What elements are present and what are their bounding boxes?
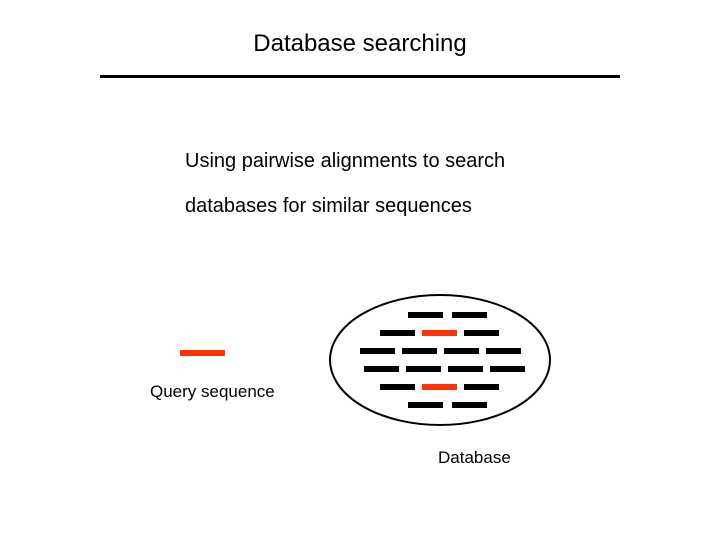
database-label: Database <box>438 448 511 468</box>
query-sequence-label: Query sequence <box>150 382 275 402</box>
database-sequences <box>360 312 525 408</box>
body-text-line-2: databases for similar sequences <box>185 195 472 218</box>
body-text-line-1: Using pairwise alignments to search <box>185 150 505 173</box>
query-sequence-icon <box>180 350 225 356</box>
slide-title: Database searching <box>0 30 720 58</box>
slide: Database searching Using pairwise alignm… <box>0 0 720 540</box>
title-underline <box>100 75 620 78</box>
diagram <box>150 290 570 450</box>
